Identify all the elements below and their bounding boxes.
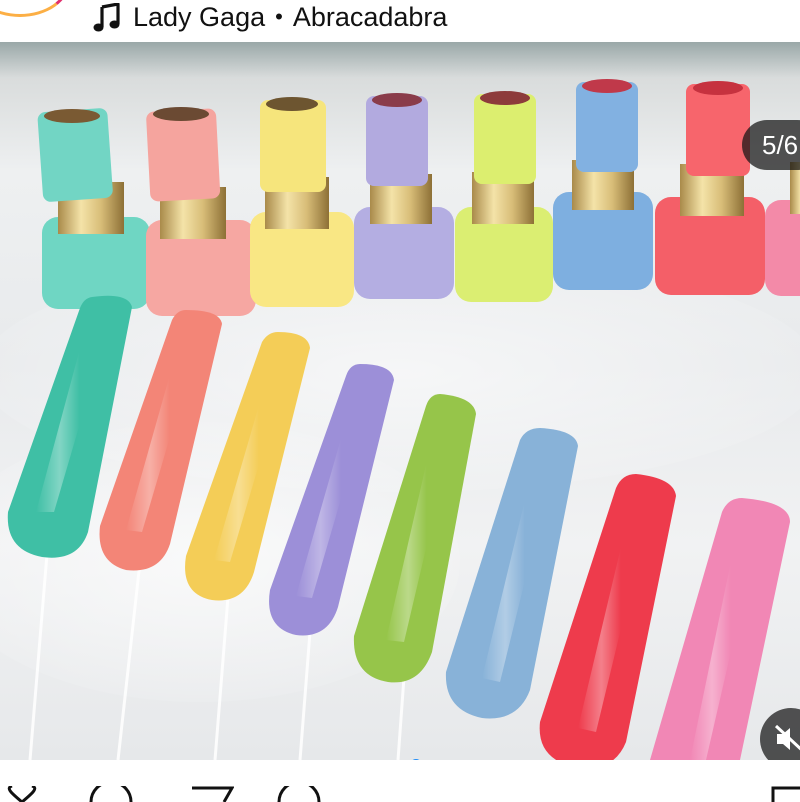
carousel-counter: 5/6 [742, 120, 800, 170]
post-actions [0, 760, 800, 802]
bottle-pink [765, 162, 800, 296]
profile-avatar[interactable] [0, 0, 70, 17]
audio-separator: • [275, 4, 283, 29]
bottle-blue [553, 79, 653, 290]
bottle-yellow [250, 97, 354, 307]
audio-attribution[interactable]: Lady Gaga • Abracadabra [133, 0, 447, 34]
music-note-icon[interactable] [92, 3, 122, 33]
audio-artist: Lady Gaga [133, 2, 266, 32]
audio-track: Abracadabra [292, 2, 448, 32]
nail-polish-photo [0, 79, 800, 760]
post-header: Lady Gaga • Abracadabra [0, 0, 800, 42]
bottle-lavender [354, 93, 454, 299]
speaker-muted-icon [774, 724, 800, 751]
bottle-lime [455, 91, 553, 302]
bottle-red [655, 81, 765, 295]
bottle-coral [146, 107, 256, 316]
bottle-teal [37, 108, 150, 309]
post-image[interactable]: 5/6 [0, 42, 800, 760]
